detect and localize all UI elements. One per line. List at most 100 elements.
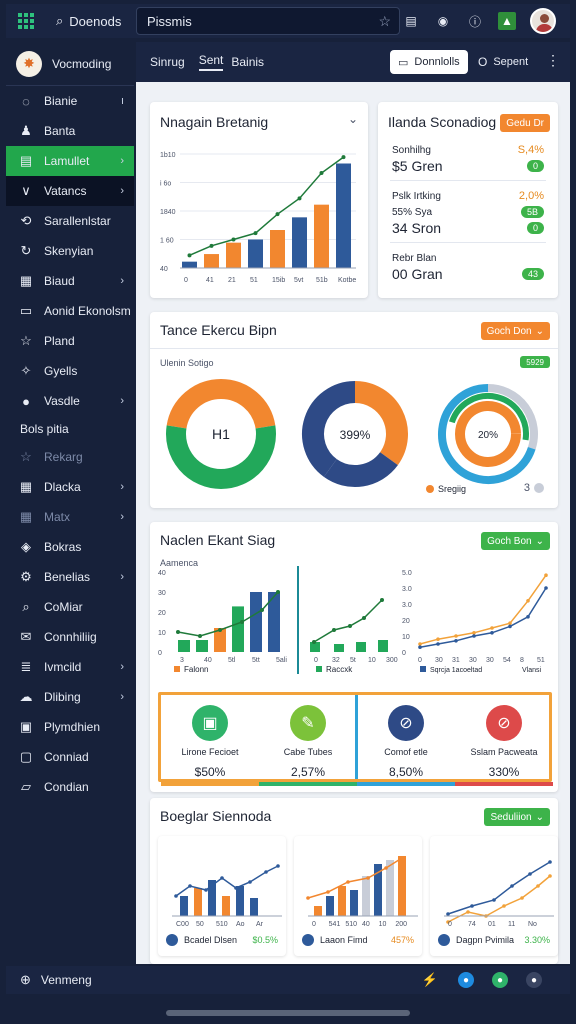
sidebar-item-0[interactable]: ☆ Rekarg [6, 442, 134, 472]
kpi-value: 2,0% [518, 190, 544, 202]
sidebar-item-8[interactable]: ☆ Pland [6, 326, 134, 356]
chevron-icon: › [120, 155, 124, 167]
globe-icon[interactable]: ⊕ [20, 972, 31, 988]
stat-tile[interactable]: ▣ Lirone Fecioet $50% [161, 695, 259, 786]
line-point [319, 171, 324, 175]
sidebar-item-5[interactable]: ⌕ CoMiar [6, 592, 134, 622]
more-vertical-icon[interactable]: ⋮ [546, 52, 560, 69]
donut3-label: 20% [478, 430, 498, 441]
globe-icon[interactable]: ◉ [434, 12, 452, 30]
card5-title: Boeglar Siennoda [160, 808, 272, 824]
sidebar-item-2[interactable]: ▤ Lamullet › [6, 146, 134, 176]
x-tick-label: 200 [395, 921, 407, 928]
line-point [176, 630, 180, 634]
sidebar-item-9[interactable]: ✧ Gyells [6, 356, 134, 386]
stat-tile[interactable]: ⊘ Sslam Pacweata 330% [455, 695, 553, 786]
ban-icon: ⊘ [486, 705, 522, 741]
sidebar-item-label: Dlibing [44, 690, 81, 704]
brand-name: Vocmoding [52, 56, 112, 71]
sidebar-item-7[interactable]: ▭ Aonid Ekonolsm [6, 296, 134, 326]
card5-button[interactable]: Seduliion ⌄ [484, 808, 550, 826]
line-point [260, 608, 264, 612]
y-tick-label: 20 [402, 618, 410, 625]
sidebar-item-3[interactable]: ◈ Bokras [6, 532, 134, 562]
x-tick-label: 40 [204, 657, 212, 664]
sidebar-item-8[interactable]: ☁ Dlibing › [6, 682, 134, 712]
sidebar-item-6[interactable]: ▦ Biaud › [6, 266, 134, 296]
sidebar-item-0[interactable]: ◌ Bianie ı [6, 86, 134, 116]
bar [226, 242, 241, 268]
stat-label: Cabe Tubes [283, 747, 333, 757]
stat-tile[interactable]: ✎ Cabe Tubes 2,57% [259, 695, 357, 786]
star-icon: ☆ [20, 449, 32, 464]
mini-chart-svg: 0 74 01 11 No [444, 860, 554, 928]
card2-button[interactable]: Gedu Dr [500, 114, 550, 132]
mini-chart-card[interactable]: 0 541 510 40 10 200 Laaon Fimd 457% [294, 836, 422, 956]
card-bar-line-chart: Nnagain Bretanig ⌄ 1b10 i 6o 1840 1 60 40 0 41… [150, 102, 368, 298]
sidebar-brand[interactable]: ✸ Vocmoding [6, 42, 134, 86]
sidebar-item-3[interactable]: ∨ Vatancs › [6, 176, 134, 206]
x-tick-label: 5ali [276, 657, 287, 664]
download-button[interactable]: ▭ Donnlolls [390, 50, 468, 74]
bar [232, 606, 244, 652]
kpi-label: 00 Gran [392, 266, 443, 282]
sidebar-item-4[interactable]: ⟲ Sarallenlstar [6, 206, 134, 236]
bell-icon[interactable]: ● [458, 972, 474, 988]
sidebar-item-label: Skenyian [44, 244, 94, 258]
bar [336, 163, 351, 268]
tab-sinrug[interactable]: Sinrug [150, 55, 185, 69]
sidebar-item-11[interactable]: ▱ Condian [6, 772, 134, 802]
sidebar-item-label: Connhiliig [44, 630, 97, 644]
mini-chart-footer: Bcadel Dlsen $0.5% [166, 934, 278, 946]
chart-type-icon [438, 934, 450, 946]
chevron-icon: › [120, 661, 124, 673]
star-icon[interactable]: ☆ [378, 13, 391, 30]
horizontal-scrollbar[interactable] [166, 1010, 410, 1016]
sidebar-item-6[interactable]: ✉ Connhiliig [6, 622, 134, 652]
lightning-icon[interactable]: ⚡ [422, 972, 438, 988]
line-point [472, 634, 476, 638]
avatar[interactable] [530, 8, 556, 34]
tab-bar: Sinrug Sent Bainis ▭ Donnlolls O Sepent … [136, 42, 570, 82]
flag-icon[interactable]: ▲ [498, 12, 516, 30]
screen-icon: ▭ [19, 303, 33, 318]
report-button[interactable]: O Sepent [470, 50, 536, 74]
mini-chart-card[interactable]: C00 50 510 Ao Ar Bcadel Dlsen $0.5% [158, 836, 286, 956]
x-tick-label: 0 [312, 921, 316, 928]
y-tick-label: 40 [160, 266, 168, 273]
search-input[interactable]: Pissmis ☆ [136, 7, 400, 35]
sidebar-item-10[interactable]: ▢ Conniad [6, 742, 134, 772]
line-point [240, 620, 244, 624]
kpi-value: 43 [521, 268, 544, 280]
x-tick-label: 5tl [228, 657, 236, 664]
tag-icon: ◈ [21, 539, 31, 554]
sidebar-item-7[interactable]: ≣ Ivmcild › [6, 652, 134, 682]
x-tick-label: 11 [508, 921, 515, 928]
info-icon[interactable]: ⓘ [466, 12, 484, 30]
ban-icon: ⊘ [388, 705, 424, 741]
sidebar-item-2[interactable]: ▦ Matx › [6, 502, 134, 532]
sidebar-item-10[interactable]: ● Vasdle › [6, 386, 134, 416]
sidebar-item-1[interactable]: ♟ Banta [6, 116, 134, 146]
bar [314, 906, 322, 916]
apps-grid-icon[interactable] [18, 13, 34, 29]
line-point [526, 599, 530, 603]
tab-bainis[interactable]: Bainis [231, 55, 264, 69]
stat-tile[interactable]: ⊘ Comof etle 8,50% [357, 695, 455, 786]
chat-icon[interactable]: ● [492, 972, 508, 988]
more-icon[interactable]: ● [526, 972, 542, 988]
tab-sent[interactable]: Sent [198, 53, 224, 71]
x-tick-label: 0 [448, 921, 452, 928]
sidebar-item-label: Rekarg [44, 450, 83, 464]
sidebar-item-1[interactable]: ▦ Dlacka › [6, 472, 134, 502]
gear-icon: ⚙ [20, 569, 32, 584]
sidebar-item-label: Condian [44, 780, 89, 794]
x-tick-label: 30 [486, 657, 494, 664]
sidebar-item-9[interactable]: ▣ Plymdhien [6, 712, 134, 742]
mini-chart-card[interactable]: 0 74 01 11 No Dagpn Pvimila 3.30% [430, 836, 558, 956]
y-tick-label: 1840 [160, 209, 176, 216]
sidebar-item-label: Aonid Ekonolsm [44, 304, 131, 318]
sidebar-item-4[interactable]: ⚙ Benelias › [6, 562, 134, 592]
sidebar-item-5[interactable]: ↻ Skenyian [6, 236, 134, 266]
calendar-icon[interactable]: ▤ [402, 12, 420, 30]
